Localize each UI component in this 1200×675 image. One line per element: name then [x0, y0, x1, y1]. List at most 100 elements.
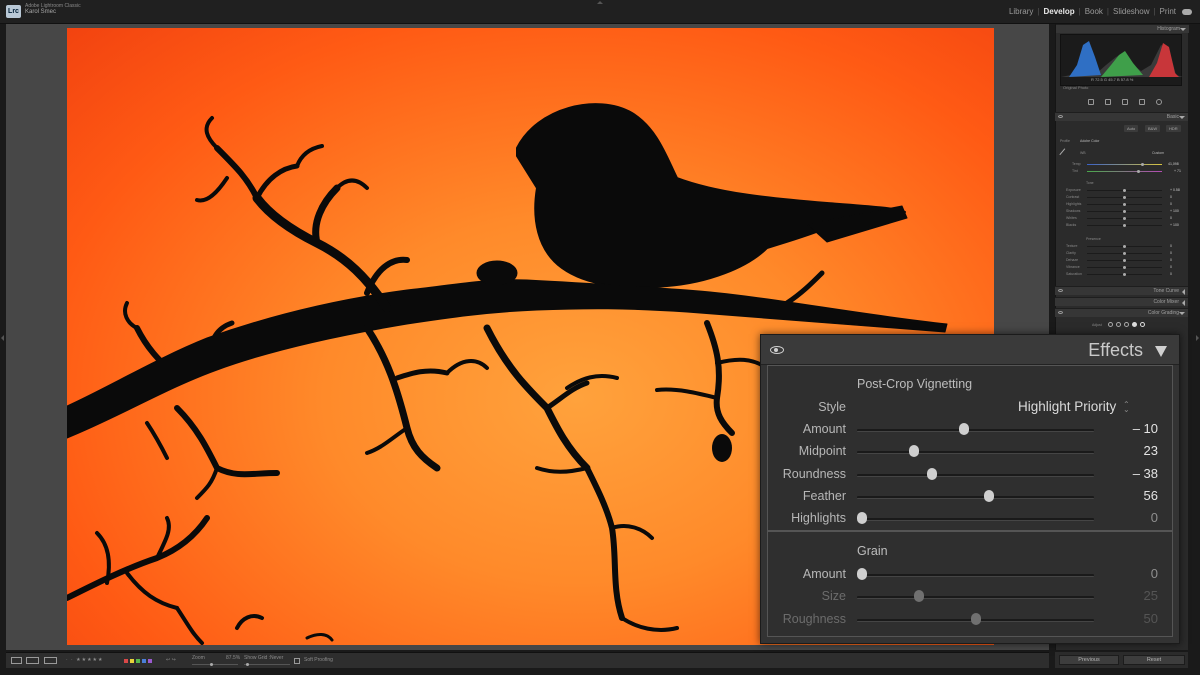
eye-icon[interactable] — [770, 346, 784, 354]
navigate-arrows-icon[interactable]: ↩ ↪ — [166, 657, 176, 663]
amount-value[interactable]: – 10 — [1133, 421, 1158, 436]
tint-value[interactable]: + 71 — [1174, 169, 1181, 173]
top-panel-toggle-icon[interactable] — [597, 1, 603, 4]
effects-header[interactable]: Effects — [761, 335, 1179, 365]
presence-value[interactable]: 0 — [1170, 265, 1172, 269]
presence-slider[interactable] — [1087, 252, 1162, 255]
roughness-value[interactable]: 50 — [1144, 611, 1158, 626]
auto-button[interactable]: Auto — [1124, 125, 1139, 132]
eye-icon[interactable] — [1058, 115, 1063, 118]
temp-slider[interactable] — [1087, 163, 1162, 166]
amount-value[interactable]: 0 — [1151, 566, 1158, 581]
label-yellow-swatch[interactable] — [130, 659, 134, 663]
slider-knob[interactable] — [1123, 224, 1126, 227]
wb-value[interactable]: Custom — [1152, 151, 1164, 155]
tone-value[interactable]: + 100 — [1170, 223, 1179, 227]
zoom-slider[interactable] — [192, 663, 238, 666]
roughness-slider[interactable] — [857, 612, 1094, 625]
size-value[interactable]: 25 — [1144, 588, 1158, 603]
roundness-slider[interactable] — [857, 467, 1094, 480]
collapse-icon[interactable] — [1155, 346, 1167, 357]
presence-value[interactable]: 0 — [1170, 244, 1172, 248]
feather-value[interactable]: 56 — [1144, 488, 1158, 503]
slider-knob[interactable] — [1123, 217, 1126, 220]
label-purple-swatch[interactable] — [148, 659, 152, 663]
slider-knob[interactable] — [857, 568, 867, 580]
slider-knob[interactable] — [959, 423, 970, 435]
presence-slider[interactable] — [1087, 266, 1162, 269]
midpoint-slider[interactable] — [857, 445, 1094, 458]
slider-knob[interactable] — [984, 489, 995, 502]
eye-icon[interactable] — [1058, 289, 1063, 292]
eye-icon[interactable] — [1058, 311, 1063, 314]
temp-value[interactable]: 41,098 — [1168, 162, 1179, 166]
highlights-wheel-icon[interactable] — [1132, 322, 1137, 327]
tone-slider[interactable] — [1087, 196, 1162, 199]
label-blue-swatch[interactable] — [142, 659, 146, 663]
tone-value[interactable]: + 0.58 — [1170, 188, 1180, 192]
original-photo-checkbox[interactable]: Original Photo — [1063, 85, 1088, 90]
label-red-swatch[interactable] — [124, 659, 128, 663]
slider-knob[interactable] — [970, 612, 981, 625]
right-panel-toggle-icon[interactable] — [1196, 335, 1199, 341]
crop-icon[interactable] — [1105, 99, 1111, 105]
hdr-button[interactable]: HDR — [1166, 125, 1181, 132]
module-slideshow[interactable]: Slideshow — [1113, 7, 1149, 16]
tone-slider[interactable] — [1087, 203, 1162, 206]
color-grading-header[interactable]: Color Grading — [1055, 308, 1188, 317]
slider-knob[interactable] — [1123, 189, 1126, 192]
tone-value[interactable]: 0 — [1170, 195, 1172, 199]
slider-knob[interactable] — [927, 467, 938, 480]
masking-icon[interactable] — [1156, 99, 1162, 105]
amount-slider[interactable] — [857, 568, 1094, 580]
module-book[interactable]: Book — [1085, 7, 1103, 16]
tone-value[interactable]: + 100 — [1170, 209, 1179, 213]
before-after-split-icon[interactable] — [44, 657, 57, 664]
module-develop[interactable]: Develop — [1043, 7, 1074, 16]
cloud-sync-icon[interactable] — [1182, 8, 1192, 15]
presence-value[interactable]: 0 — [1170, 251, 1172, 255]
slider-knob[interactable] — [913, 590, 924, 603]
basic-header[interactable]: Basic — [1055, 112, 1188, 121]
label-green-swatch[interactable] — [136, 659, 140, 663]
amount-slider[interactable] — [857, 423, 1094, 435]
highlights-slider[interactable] — [857, 512, 1094, 525]
reset-button[interactable]: Reset — [1123, 655, 1185, 665]
three-way-icon[interactable] — [1108, 322, 1113, 327]
before-after-icon[interactable] — [26, 657, 39, 664]
color-mixer-header[interactable]: Color Mixer — [1055, 297, 1188, 306]
show-grid-value[interactable]: Never — [270, 655, 283, 661]
slider-knob[interactable] — [1123, 273, 1126, 276]
module-library[interactable]: Library — [1009, 7, 1033, 16]
tone-slider[interactable] — [1087, 224, 1162, 227]
zoom-value[interactable]: 87.5% — [226, 655, 240, 661]
slider-knob[interactable] — [1123, 203, 1126, 206]
slider-knob[interactable] — [1123, 210, 1126, 213]
global-wheel-icon[interactable] — [1140, 322, 1145, 327]
previous-button[interactable]: Previous — [1059, 655, 1119, 665]
tone-slider[interactable] — [1087, 217, 1162, 220]
soft-proofing-checkbox[interactable] — [294, 658, 300, 664]
tone-slider[interactable] — [1087, 189, 1162, 192]
tone-curve-header[interactable]: Tone Curve — [1055, 286, 1188, 295]
presence-value[interactable]: 0 — [1170, 272, 1172, 276]
edit-sliders-icon[interactable] — [1088, 99, 1094, 105]
healing-icon[interactable] — [1122, 99, 1128, 105]
highlights-value[interactable]: 0 — [1151, 510, 1158, 525]
presence-slider[interactable] — [1087, 245, 1162, 248]
slider-knob[interactable] — [1123, 252, 1126, 255]
left-panel-toggle-icon[interactable] — [1, 335, 4, 341]
histogram[interactable]: R 72.5 G 45.7 B 57.8 % Original Photo — [1060, 34, 1183, 90]
rating-stars[interactable]: · · ★★★★★ — [66, 657, 104, 663]
red-eye-icon[interactable] — [1139, 99, 1145, 105]
tone-slider[interactable] — [1087, 210, 1162, 213]
slider-knob[interactable] — [857, 512, 867, 525]
style-dropdown[interactable]: Highlight Priority — [1018, 399, 1116, 414]
presence-value[interactable]: 0 — [1170, 258, 1172, 262]
midpoint-value[interactable]: 23 — [1144, 443, 1158, 458]
loupe-view-icon[interactable] — [11, 657, 22, 664]
slider-knob[interactable] — [1123, 259, 1126, 262]
presence-slider[interactable] — [1087, 273, 1162, 276]
midtones-wheel-icon[interactable] — [1124, 322, 1129, 327]
module-print[interactable]: Print — [1160, 7, 1176, 16]
